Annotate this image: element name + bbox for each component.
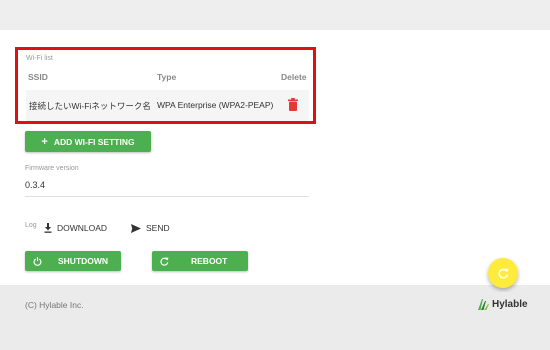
add-wifi-setting-button[interactable]: + ADD WI-FI SETTING xyxy=(25,131,151,152)
send-label: SEND xyxy=(146,223,170,233)
hylable-logo: Hylable xyxy=(476,297,528,311)
logo-text: Hylable xyxy=(492,298,528,310)
download-label: DOWNLOAD xyxy=(57,223,108,233)
reboot-button[interactable]: REBOOT xyxy=(152,251,248,271)
send-icon xyxy=(131,223,141,233)
power-icon xyxy=(33,256,42,266)
add-wifi-label: ADD WI-FI SETTING xyxy=(53,136,135,147)
column-header-delete: Delete xyxy=(281,72,307,82)
top-band xyxy=(0,0,550,30)
trash-icon[interactable] xyxy=(288,98,298,111)
download-icon xyxy=(44,223,52,233)
column-header-type: Type xyxy=(157,72,177,82)
column-header-ssid: SSID xyxy=(28,72,48,82)
firmware-divider xyxy=(25,196,309,197)
logo-mark-icon xyxy=(478,299,489,310)
type-cell: WPA Enterprise (WPA2-PEAP) xyxy=(157,100,274,110)
refresh-icon xyxy=(160,257,169,266)
ssid-cell: 接続したいWi-Fiネットワーク名 xyxy=(29,101,151,111)
log-caption: Log xyxy=(25,222,37,229)
copyright-text: (C) Hylable Inc. xyxy=(25,300,84,310)
refresh-fab-button[interactable] xyxy=(488,258,518,288)
table-row: 接続したいWi-Fiネットワーク名 WPA Enterprise (WPA2-P… xyxy=(26,90,309,121)
download-log-button[interactable]: DOWNLOAD xyxy=(44,223,107,233)
firmware-version-value: 0.3.4 xyxy=(25,180,46,190)
shutdown-button[interactable]: SHUTDOWN xyxy=(25,251,121,271)
wifi-list-table: Wi-Fi list SSID Type Delete 接続したいWi-Fiネッ… xyxy=(15,47,316,124)
wifi-list-caption: Wi-Fi list xyxy=(26,55,53,62)
plus-icon: + xyxy=(41,135,48,148)
reboot-label: REBOOT xyxy=(191,256,228,266)
refresh-icon xyxy=(498,268,508,279)
firmware-caption: Firmware version xyxy=(25,165,79,172)
shutdown-label: SHUTDOWN xyxy=(58,256,109,266)
send-log-button[interactable]: SEND xyxy=(131,223,170,233)
